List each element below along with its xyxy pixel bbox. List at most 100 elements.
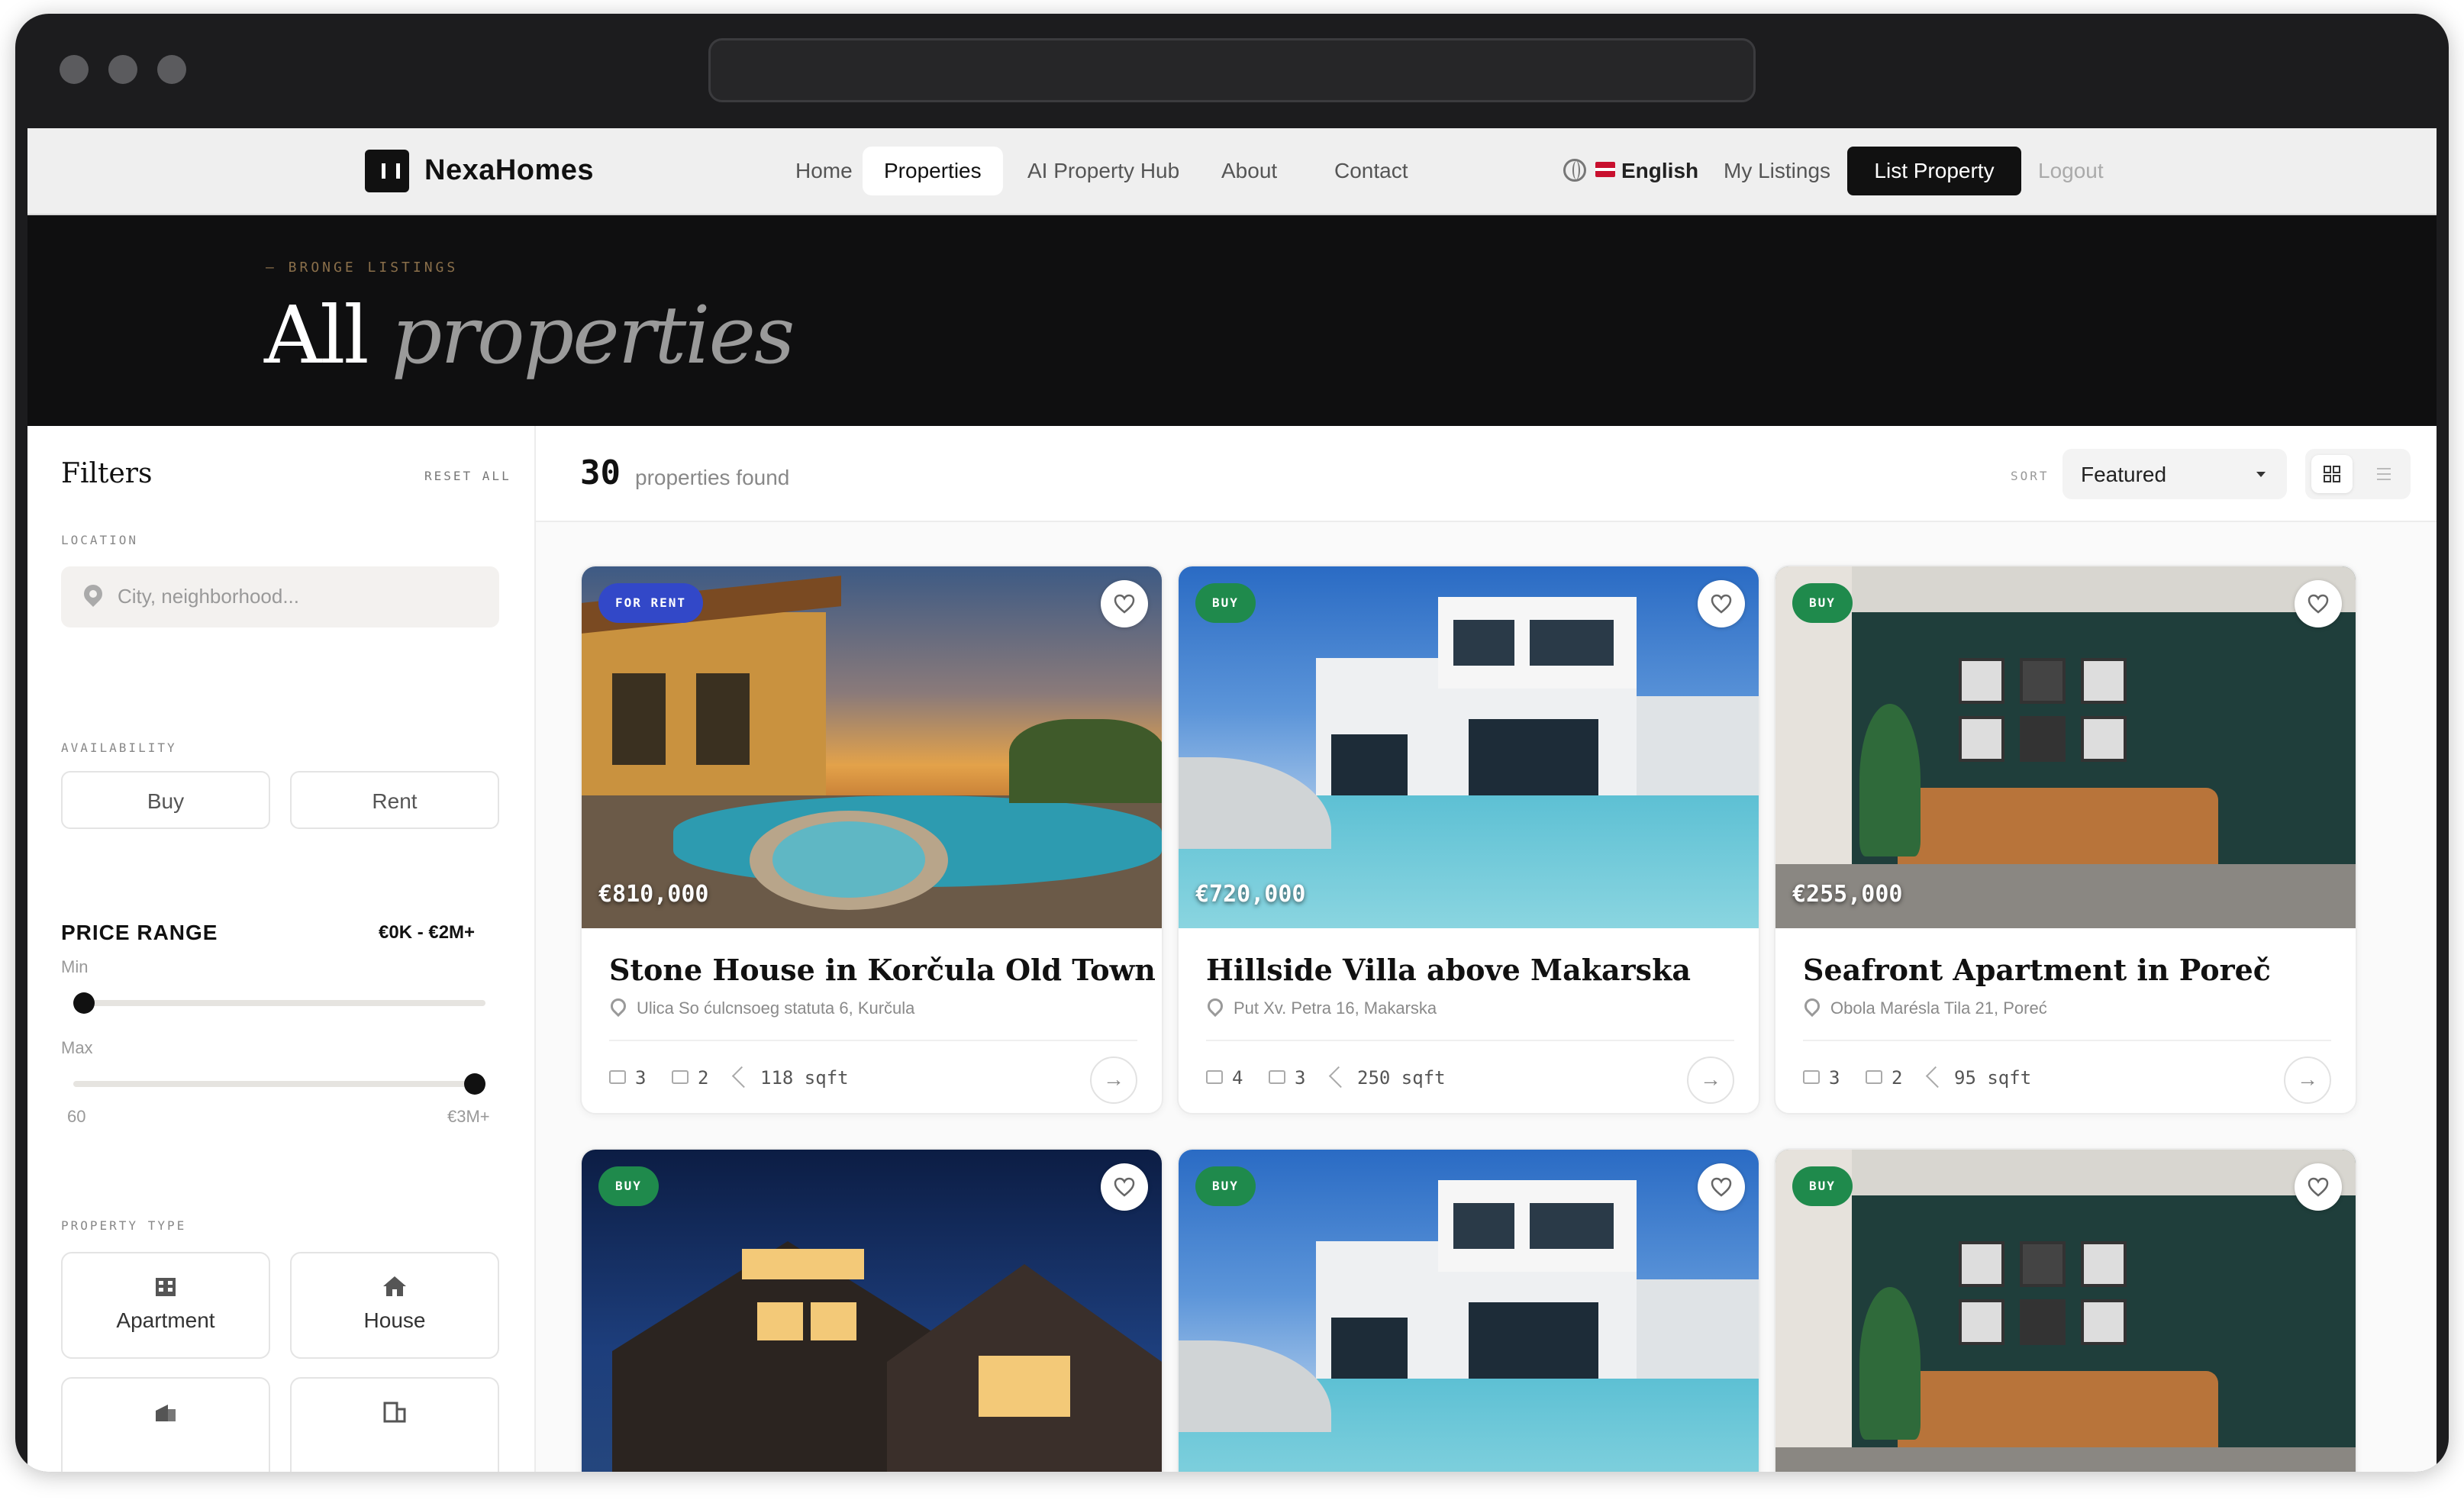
hero-banner: — BRONGE LISTINGS All properties (27, 215, 2437, 426)
property-card[interactable]: BUY (1774, 1148, 2357, 1472)
logout-link[interactable]: Logout (2038, 147, 2104, 195)
property-card[interactable]: BUY €720,000 Hillside Villa above Makars… (1177, 565, 1760, 1115)
map-pin-icon (80, 581, 106, 607)
my-listings-link[interactable]: My Listings (1724, 147, 1830, 195)
favorite-button[interactable] (2295, 580, 2342, 627)
nav-link-contact[interactable]: Contact (1313, 147, 1430, 195)
favorite-button[interactable] (1101, 1163, 1148, 1211)
results-count: 30 (580, 453, 621, 492)
bed-count: 3 (635, 1067, 647, 1089)
list-property-button[interactable]: List Property (1847, 147, 2021, 195)
window-minimize-button[interactable] (108, 55, 137, 84)
property-price: €255,000 (1792, 881, 1903, 908)
sort-label: SORT (2011, 469, 2050, 483)
bath-count: 2 (1892, 1067, 1903, 1089)
property-address: Ulica So ćulcnsoeg statuta 6, Kurčula (637, 998, 915, 1018)
favorite-button[interactable] (2295, 1163, 2342, 1211)
heart-icon (1711, 594, 1732, 614)
grid-view-button[interactable] (2311, 455, 2353, 493)
language-selector[interactable]: English (1621, 147, 1698, 195)
heart-icon (1114, 594, 1135, 614)
bed-count: 4 (1232, 1067, 1243, 1089)
area-icon (1328, 1066, 1351, 1089)
availability-label: AVAILABILITY (61, 740, 177, 755)
property-type-house-label: House (363, 1308, 426, 1332)
property-title[interactable]: Hillside Villa above Makarska (1206, 953, 1691, 987)
property-card[interactable]: BUY (580, 1148, 1163, 1472)
min-price-slider-track[interactable] (73, 1000, 485, 1006)
property-type-label: PROPERTY TYPE (61, 1218, 187, 1233)
office-building-icon (383, 1402, 406, 1423)
property-title[interactable]: Seafront Apartment in Poreč (1803, 953, 2271, 987)
property-image[interactable]: BUY (1775, 1150, 2356, 1472)
location-pin-icon (607, 995, 630, 1018)
property-type-villa[interactable] (61, 1377, 270, 1472)
property-card[interactable]: BUY €255,000 Seafront Apartment in Poreč… (1774, 565, 2357, 1115)
property-image[interactable]: BUY (582, 1150, 1162, 1472)
nav-link-about[interactable]: About (1200, 147, 1298, 195)
nav-link-ai-property-hub[interactable]: AI Property Hub (1006, 147, 1201, 195)
brand-name[interactable]: NexaHomes (424, 154, 594, 187)
list-icon (2377, 468, 2391, 480)
availability-rent-button[interactable]: Rent (290, 771, 499, 829)
view-property-button[interactable]: → (2284, 1056, 2331, 1104)
availability-buy-button[interactable]: Buy (61, 771, 270, 829)
heart-icon (2308, 1177, 2329, 1197)
filters-title: Filters (61, 458, 153, 489)
property-image[interactable]: BUY €255,000 (1775, 566, 2356, 928)
favorite-button[interactable] (1698, 580, 1745, 627)
min-price-slider-handle[interactable] (73, 992, 95, 1014)
area-size: 118 sqft (760, 1067, 849, 1089)
bath-icon (1269, 1070, 1285, 1084)
location-pin-icon (1204, 995, 1227, 1018)
bed-icon (1803, 1070, 1820, 1084)
window-maximize-button[interactable] (157, 55, 186, 84)
brand-logo-icon[interactable] (365, 150, 409, 192)
favorite-button[interactable] (1101, 580, 1148, 627)
favorite-button[interactable] (1698, 1163, 1745, 1211)
page-title: All properties (264, 289, 795, 382)
price-range-value: €0K - €2M+ (379, 922, 476, 943)
bath-icon (672, 1070, 689, 1084)
location-label: LOCATION (61, 533, 139, 547)
property-type-house[interactable]: House (290, 1252, 499, 1359)
bath-count: 3 (1295, 1067, 1306, 1089)
min-label: Min (61, 957, 89, 976)
property-type-apartment[interactable]: Apartment (61, 1252, 270, 1359)
reset-all-button[interactable]: RESET ALL (424, 469, 511, 483)
bath-count: 2 (698, 1067, 709, 1089)
results-area: 30 properties found SORT Featured FOR RE… (536, 426, 2437, 1472)
property-card[interactable]: FOR RENT €810,000 Stone House in Korčula… (580, 565, 1163, 1115)
results-toolbar: 30 properties found SORT Featured (536, 426, 2437, 522)
location-input[interactable]: City, neighborhood... (61, 566, 499, 627)
slider-max-value: €3M+ (447, 1107, 490, 1126)
listing-badge: BUY (1195, 1166, 1256, 1206)
area-icon (1925, 1066, 1948, 1089)
view-property-button[interactable]: → (1687, 1056, 1734, 1104)
view-property-button[interactable]: → (1090, 1056, 1137, 1104)
page-viewport: NexaHomes Home Properties AI Property Hu… (27, 128, 2437, 1472)
nav-link-home[interactable]: Home (774, 147, 874, 195)
max-price-slider-track[interactable] (73, 1081, 485, 1087)
property-card[interactable]: BUY (1177, 1148, 1760, 1472)
property-address: Put Xv. Petra 16, Makarska (1234, 998, 1437, 1018)
location-pin-icon (1801, 995, 1824, 1018)
list-view-button[interactable] (2363, 455, 2404, 493)
globe-icon[interactable] (1563, 159, 1586, 182)
property-price: €810,000 (598, 881, 709, 908)
bath-icon (1866, 1070, 1882, 1084)
address-bar[interactable] (708, 38, 1756, 102)
window-close-button[interactable] (60, 55, 89, 84)
max-price-slider-handle[interactable] (464, 1073, 485, 1095)
property-image[interactable]: BUY (1179, 1150, 1759, 1472)
results-count-label: properties found (635, 466, 790, 489)
property-type-commercial[interactable] (290, 1377, 499, 1472)
apartment-icon (156, 1278, 176, 1296)
flag-icon (1595, 162, 1615, 177)
property-image[interactable]: FOR RENT €810,000 (582, 566, 1162, 928)
property-title[interactable]: Stone House in Korčula Old Town (609, 953, 1156, 987)
sort-dropdown[interactable]: Featured (2062, 449, 2287, 499)
nav-link-properties[interactable]: Properties (863, 147, 1003, 195)
property-image[interactable]: BUY €720,000 (1179, 566, 1759, 928)
property-type-apartment-label: Apartment (116, 1308, 215, 1332)
